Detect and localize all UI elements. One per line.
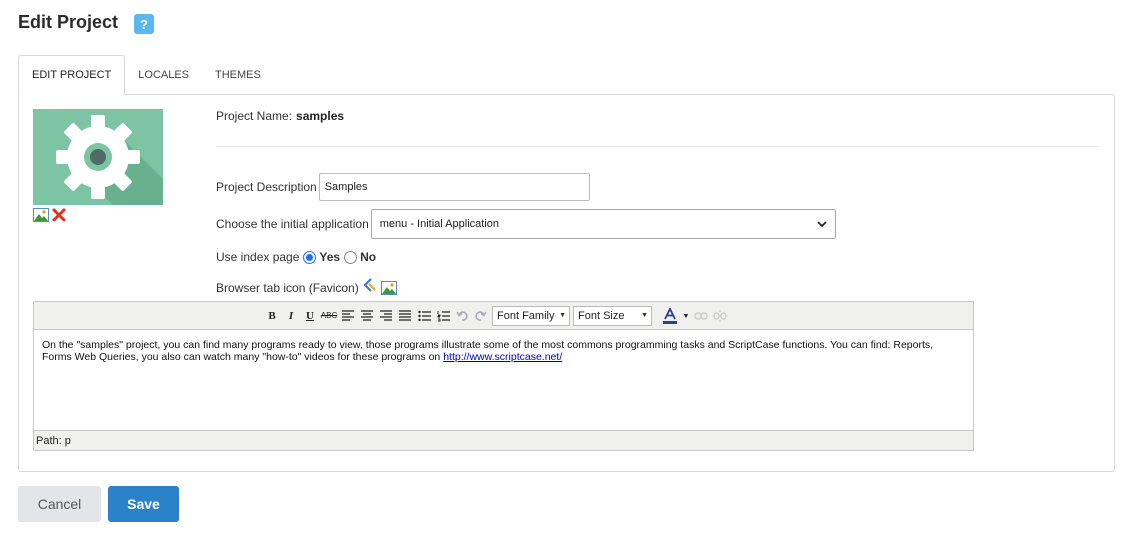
chevron-down-icon [817, 220, 827, 227]
project-image [33, 109, 163, 205]
initial-app-label: Choose the initial application [216, 217, 369, 231]
change-image-icon[interactable] [33, 208, 49, 222]
description-row: Project Description [216, 173, 590, 201]
favicon-label: Browser tab icon (Favicon) [216, 280, 359, 295]
gear-icon [56, 115, 163, 205]
italic-icon[interactable]: I [283, 307, 299, 325]
undo-icon[interactable] [454, 307, 470, 325]
strikethrough-icon[interactable]: ABC [321, 307, 337, 325]
rich-text-editor: B I U ABC Font Family ▼ Font Size ▼ ▼ On… [33, 301, 974, 451]
align-right-icon[interactable] [378, 307, 394, 325]
editor-content[interactable]: On the "samples" project, you can find m… [34, 330, 973, 430]
editor-status-bar: Path: p [34, 430, 973, 450]
font-size-select[interactable]: Font Size ▼ [573, 305, 652, 326]
align-justify-icon[interactable] [397, 307, 413, 325]
project-name-value: samples [296, 109, 345, 123]
editor-content-link[interactable]: http://www.scriptcase.net/ [443, 351, 562, 363]
favicon-icon [363, 278, 377, 297]
delete-image-icon[interactable] [52, 208, 68, 222]
index-no-label: No [360, 250, 377, 264]
unlink-icon[interactable] [712, 307, 728, 325]
numbered-list-icon[interactable] [435, 307, 451, 325]
divider [216, 146, 1099, 147]
tab-edit-project[interactable]: EDIT PROJECT [18, 55, 126, 95]
chevron-down-icon: ▼ [559, 312, 566, 319]
save-button[interactable]: Save [108, 486, 179, 522]
index-yes-radio[interactable] [303, 250, 317, 264]
index-no-radio[interactable] [344, 250, 358, 264]
link-icon[interactable] [693, 307, 709, 325]
tab-locales[interactable]: LOCALES [125, 55, 202, 95]
chevron-down-icon: ▼ [641, 312, 648, 319]
cancel-button[interactable]: Cancel [18, 486, 101, 522]
page-header: Edit Project ? [18, 10, 155, 34]
font-family-label: Font Family [497, 309, 555, 322]
image-actions [33, 208, 68, 222]
index-page-row: Use index page Yes No [216, 250, 376, 264]
project-name-row: Project Name: samples [216, 109, 344, 123]
index-yes-label: Yes [319, 250, 341, 264]
favicon-image-icon[interactable] [380, 280, 397, 295]
favicon-row: Browser tab icon (Favicon) [216, 278, 397, 297]
underline-icon[interactable]: U [302, 307, 318, 325]
redo-icon[interactable] [473, 307, 489, 325]
initial-app-value: menu - Initial Application [379, 218, 499, 230]
bold-icon[interactable]: B [264, 307, 280, 325]
align-center-icon[interactable] [359, 307, 375, 325]
help-icon[interactable]: ? [134, 14, 155, 34]
project-name-label: Project Name: [216, 109, 293, 123]
font-family-select[interactable]: Font Family ▼ [492, 305, 570, 326]
align-left-icon[interactable] [340, 307, 356, 325]
tab-bar: EDIT PROJECT LOCALES THEMES [18, 55, 274, 95]
editor-path: Path: p [36, 434, 71, 447]
index-page-label: Use index page [216, 250, 300, 264]
edit-project-panel: Project Name: samples Project Descriptio… [18, 94, 1115, 472]
initial-app-row: Choose the initial application menu - In… [216, 209, 836, 239]
font-size-label: Font Size [578, 309, 625, 322]
description-label: Project Description [216, 180, 317, 194]
bullet-list-icon[interactable] [416, 307, 432, 325]
font-color-icon[interactable] [661, 307, 679, 325]
tab-themes[interactable]: THEMES [202, 55, 274, 95]
description-input[interactable] [318, 173, 590, 201]
editor-toolbar: B I U ABC Font Family ▼ Font Size ▼ ▼ [34, 302, 973, 330]
initial-app-select[interactable]: menu - Initial Application [370, 209, 836, 239]
font-color-dropdown-icon[interactable]: ▼ [682, 307, 690, 325]
page-title: Edit Project [18, 11, 119, 32]
